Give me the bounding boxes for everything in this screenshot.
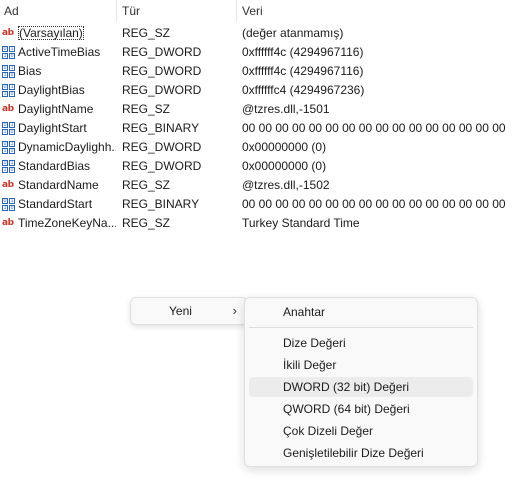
menu-item-label: Dize Değeri (283, 336, 346, 350)
value-data: @tzres.dll,-1501 (242, 102, 330, 116)
value-type: REG_SZ (122, 216, 171, 230)
value-data: @tzres.dll,-1502 (242, 178, 330, 192)
binary-value-icon: 0110 (2, 122, 15, 135)
menu-item-label: DWORD (32 bit) Değeri (283, 380, 410, 394)
menu-item-multi-string-value[interactable]: Çok Dizeli Değer (249, 421, 473, 441)
binary-value-icon: 0110 (2, 160, 15, 173)
column-header-name[interactable]: Ad (0, 0, 116, 22)
table-row[interactable]: 0110 DaylightBias REG_DWORD 0xffffffc4 (… (0, 81, 516, 100)
string-value-icon: ab (2, 28, 14, 38)
value-data: 0xffffff4c (4294967116) (242, 45, 364, 59)
menu-item-binary-value[interactable]: İkili Değer (249, 355, 473, 375)
column-header-data[interactable]: Veri (238, 0, 516, 22)
value-type: REG_DWORD (122, 159, 202, 173)
value-name: (Varsayılan) (18, 26, 84, 40)
menu-item-expandable-string-value[interactable]: Genişletilebilir Dize Değeri (249, 443, 473, 463)
menu-item-label: QWORD (64 bit) Değeri (283, 402, 410, 416)
value-type: REG_DWORD (122, 45, 202, 59)
value-type: REG_DWORD (122, 64, 202, 78)
string-value-icon: ab (2, 180, 14, 190)
value-name: ActiveTimeBias (18, 45, 101, 59)
menu-item-string-value[interactable]: Dize Değeri (249, 333, 473, 353)
value-data: Turkey Standard Time (242, 216, 360, 230)
binary-value-icon: 0110 (2, 84, 15, 97)
value-name: DaylightBias (18, 83, 85, 97)
table-row[interactable]: 0110 DynamicDaylighh... REG_DWORD 0x0000… (0, 138, 516, 157)
value-data: (değer atanmamış) (242, 26, 344, 40)
value-name: TimeZoneKeyNa... (18, 216, 116, 230)
value-type: REG_DWORD (122, 140, 202, 154)
menu-item-qword-value[interactable]: QWORD (64 bit) Değeri (249, 399, 473, 419)
table-row[interactable]: ab StandardName REG_SZ @tzres.dll,-1502 (0, 176, 516, 195)
table-row[interactable]: 0110 Bias REG_DWORD 0xffffff4c (42949671… (0, 62, 516, 81)
table-row[interactable]: 0110 StandardStart REG_BINARY 00 00 00 0… (0, 195, 516, 214)
binary-value-icon: 0110 (2, 46, 15, 59)
menu-item-new[interactable]: Yeni › (135, 301, 243, 321)
context-menu: Yeni › (130, 297, 248, 325)
value-type: REG_SZ (122, 178, 171, 192)
table-row[interactable]: 0110 ActiveTimeBias REG_DWORD 0xffffff4c… (0, 43, 516, 62)
binary-value-icon: 0110 (2, 198, 15, 211)
new-submenu: Anahtar Dize Değeri İkili Değer DWORD (3… (244, 297, 478, 467)
value-name: DaylightName (18, 102, 94, 116)
value-name: StandardBias (18, 159, 91, 173)
value-type: REG_DWORD (122, 83, 202, 97)
menu-item-label: Genişletilebilir Dize Değeri (283, 446, 424, 460)
string-value-icon: ab (2, 218, 14, 228)
value-name: StandardName (18, 178, 99, 192)
value-name: Bias (18, 64, 42, 78)
value-name: DaylightStart (18, 121, 87, 135)
table-row[interactable]: 0110 StandardBias REG_DWORD 0x00000000 (… (0, 157, 516, 176)
table-row[interactable]: ab (Varsayılan) REG_SZ (değer atanmamış) (0, 24, 516, 43)
value-type: REG_SZ (122, 26, 171, 40)
menu-item-label: İkili Değer (283, 358, 337, 372)
table-row[interactable]: ab DaylightName REG_SZ @tzres.dll,-1501 (0, 100, 516, 119)
menu-item-key[interactable]: Anahtar (249, 302, 473, 322)
value-type: REG_SZ (122, 102, 171, 116)
value-name: DynamicDaylighh... (18, 140, 116, 154)
value-type: REG_BINARY (122, 197, 200, 211)
menu-item-label: Yeni (169, 304, 192, 318)
value-data: 00 00 00 00 00 00 00 00 00 00 00 00 00 0… (242, 197, 506, 211)
binary-value-icon: 0110 (2, 141, 15, 154)
string-value-icon: ab (2, 104, 14, 114)
menu-item-dword-value[interactable]: DWORD (32 bit) Değeri (249, 377, 473, 397)
table-row[interactable]: 0110 DaylightStart REG_BINARY 00 00 00 0… (0, 119, 516, 138)
value-data: 00 00 00 00 00 00 00 00 00 00 00 00 00 0… (242, 121, 506, 135)
menu-item-label: Çok Dizeli Değer (283, 424, 374, 438)
column-divider[interactable] (116, 0, 117, 22)
list-header: Ad Tür Veri (0, 0, 516, 22)
table-row[interactable]: ab TimeZoneKeyNa... REG_SZ Turkey Standa… (0, 214, 516, 233)
menu-divider (249, 327, 473, 328)
registry-value-list: ab (Varsayılan) REG_SZ (değer atanmamış)… (0, 24, 516, 233)
value-data: 0x00000000 (0) (242, 159, 327, 173)
value-name: StandardStart (18, 197, 93, 211)
value-type: REG_BINARY (122, 121, 200, 135)
value-data: 0xffffff4c (4294967116) (242, 64, 364, 78)
chevron-right-icon: › (232, 303, 237, 318)
binary-value-icon: 0110 (2, 65, 15, 78)
value-data: 0x00000000 (0) (242, 140, 327, 154)
menu-item-label: Anahtar (283, 305, 326, 319)
column-divider[interactable] (236, 0, 237, 22)
column-header-type[interactable]: Tür (118, 0, 234, 22)
value-data: 0xffffffc4 (4294967236) (242, 83, 365, 97)
